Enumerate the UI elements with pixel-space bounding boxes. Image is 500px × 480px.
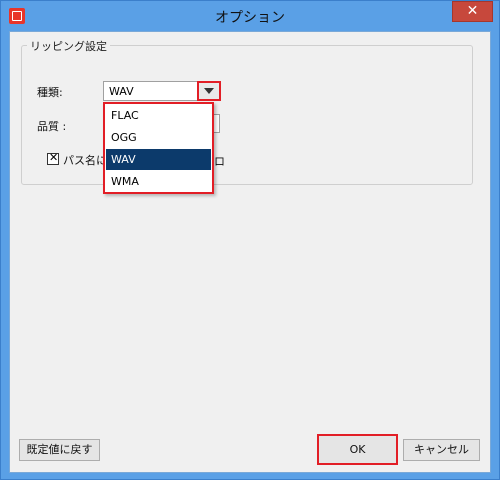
format-select-value: WAV (109, 85, 134, 98)
path-name-label-tail: ロ (214, 155, 225, 168)
format-option-flac[interactable]: FLAC (106, 105, 211, 126)
format-option-ogg[interactable]: OGG (106, 127, 211, 148)
close-button[interactable]: ✕ (452, 1, 493, 22)
format-dropdown-button[interactable] (197, 81, 221, 101)
title-bar[interactable]: オプション ✕ (1, 1, 499, 31)
quality-label: 品質 : (37, 120, 67, 133)
format-label: 種類: (37, 86, 63, 99)
checkbox-check-icon: ✕ (49, 151, 59, 164)
format-option-wma[interactable]: WMA (106, 171, 211, 192)
group-title: リッピング設定 (27, 38, 110, 54)
ok-button[interactable]: OK (317, 434, 398, 465)
path-name-label: パス名に (63, 154, 107, 167)
ripping-settings-group: リッピング設定 種類: WAV 品質 : ✕ パス名に ロ FLAC OGG W… (21, 38, 473, 194)
dialog-body: リッピング設定 種類: WAV 品質 : ✕ パス名に ロ FLAC OGG W… (9, 31, 491, 473)
close-icon: ✕ (466, 3, 479, 19)
options-dialog: オプション ✕ リッピング設定 種類: WAV 品質 : ✕ パス名に ロ FL… (0, 0, 500, 480)
reset-defaults-button[interactable]: 既定値に戻す (19, 439, 100, 461)
window-title: オプション (215, 10, 285, 26)
path-name-checkbox[interactable]: ✕ (47, 151, 59, 165)
chevron-down-icon (204, 88, 214, 94)
format-option-wav[interactable]: WAV (106, 149, 211, 170)
format-dropdown-list: FLAC OGG WAV WMA (103, 102, 214, 194)
quality-select[interactable] (214, 114, 220, 133)
cancel-button[interactable]: キャンセル (403, 439, 480, 461)
